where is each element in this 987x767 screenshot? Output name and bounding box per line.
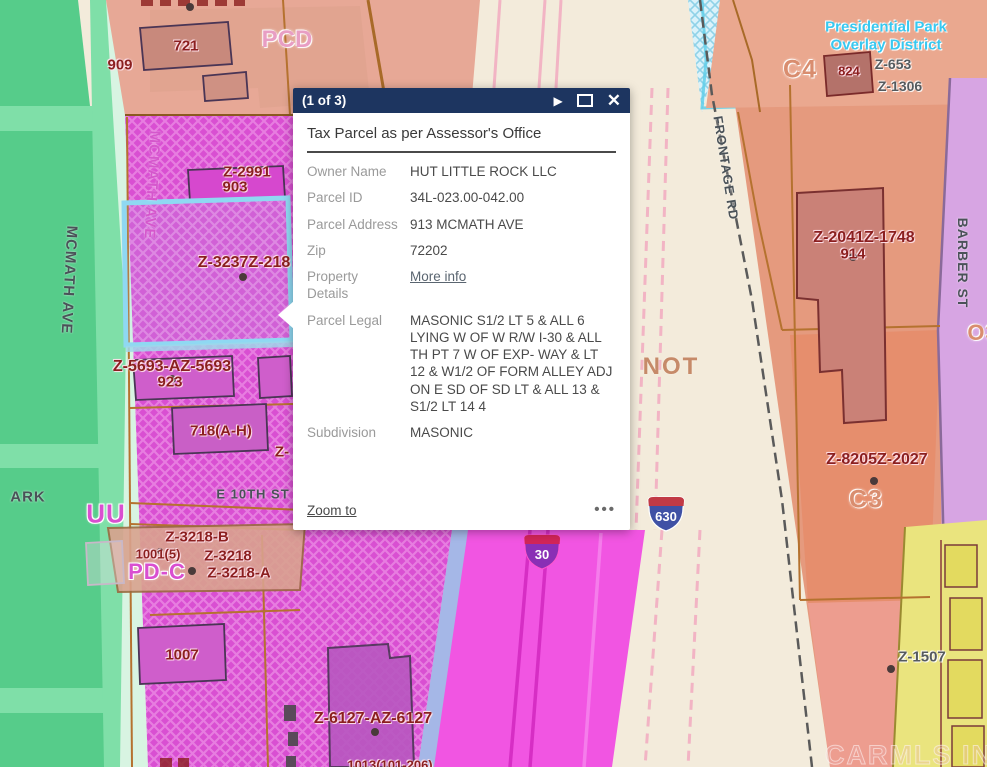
svg-text:30: 30 <box>535 547 549 562</box>
field-value: MASONIC <box>410 424 616 441</box>
popup-title: Tax Parcel as per Assessor's Office <box>307 125 616 153</box>
popup-body: Tax Parcel as per Assessor's Office Owne… <box>293 113 630 441</box>
field-row-parcel-id: Parcel ID 34L-023.00-042.00 <box>307 189 616 206</box>
field-label: Owner Name <box>307 163 410 180</box>
map-application: 630 30 MCMATH AVE MCMATH AVE 909 721 PCD… <box>0 0 987 767</box>
popup-pointer <box>278 301 294 329</box>
field-row-zip: Zip 72202 <box>307 242 616 259</box>
popup-header[interactable]: (1 of 3) ▶ ✕ <box>293 88 630 113</box>
popup-footer: Zoom to ••• <box>307 498 616 522</box>
svg-text:630: 630 <box>655 509 677 524</box>
field-row-property-details: Property Details More info <box>307 268 616 303</box>
field-label: Property Details <box>307 268 410 303</box>
popup-fields: Owner Name HUT LITTLE ROCK LLC Parcel ID… <box>307 163 616 441</box>
maximize-icon[interactable] <box>577 94 593 107</box>
field-row-subdivision: Subdivision MASONIC <box>307 424 616 441</box>
field-label: Subdivision <box>307 424 410 441</box>
field-label: Parcel ID <box>307 189 410 206</box>
field-value: HUT LITTLE ROCK LLC <box>410 163 616 180</box>
field-value: 34L-023.00-042.00 <box>410 189 616 206</box>
field-row-owner: Owner Name HUT LITTLE ROCK LLC <box>307 163 616 180</box>
field-value: MASONIC S1/2 LT 5 & ALL 6 LYING W OF W R… <box>410 312 616 416</box>
selected-parcel-outline <box>124 198 292 345</box>
maximize-box <box>577 94 593 107</box>
more-info-link[interactable]: More info <box>410 269 466 284</box>
field-row-address: Parcel Address 913 MCMATH AVE <box>307 216 616 233</box>
field-value: 913 MCMATH AVE <box>410 216 616 233</box>
field-value: 72202 <box>410 242 616 259</box>
field-row-parcel-legal: Parcel Legal MASONIC S1/2 LT 5 & ALL 6 L… <box>307 312 616 416</box>
zoom-to-link[interactable]: Zoom to <box>307 503 357 518</box>
close-icon[interactable]: ✕ <box>607 92 621 109</box>
feature-popup: (1 of 3) ▶ ✕ Tax Parcel as per Assessor'… <box>293 88 630 530</box>
pdc-zone <box>108 524 305 592</box>
field-label: Zip <box>307 242 410 259</box>
popup-pager: (1 of 3) <box>302 93 540 108</box>
field-label: Parcel Legal <box>307 312 410 416</box>
field-label: Parcel Address <box>307 216 410 233</box>
next-feature-icon[interactable]: ▶ <box>554 95 563 107</box>
